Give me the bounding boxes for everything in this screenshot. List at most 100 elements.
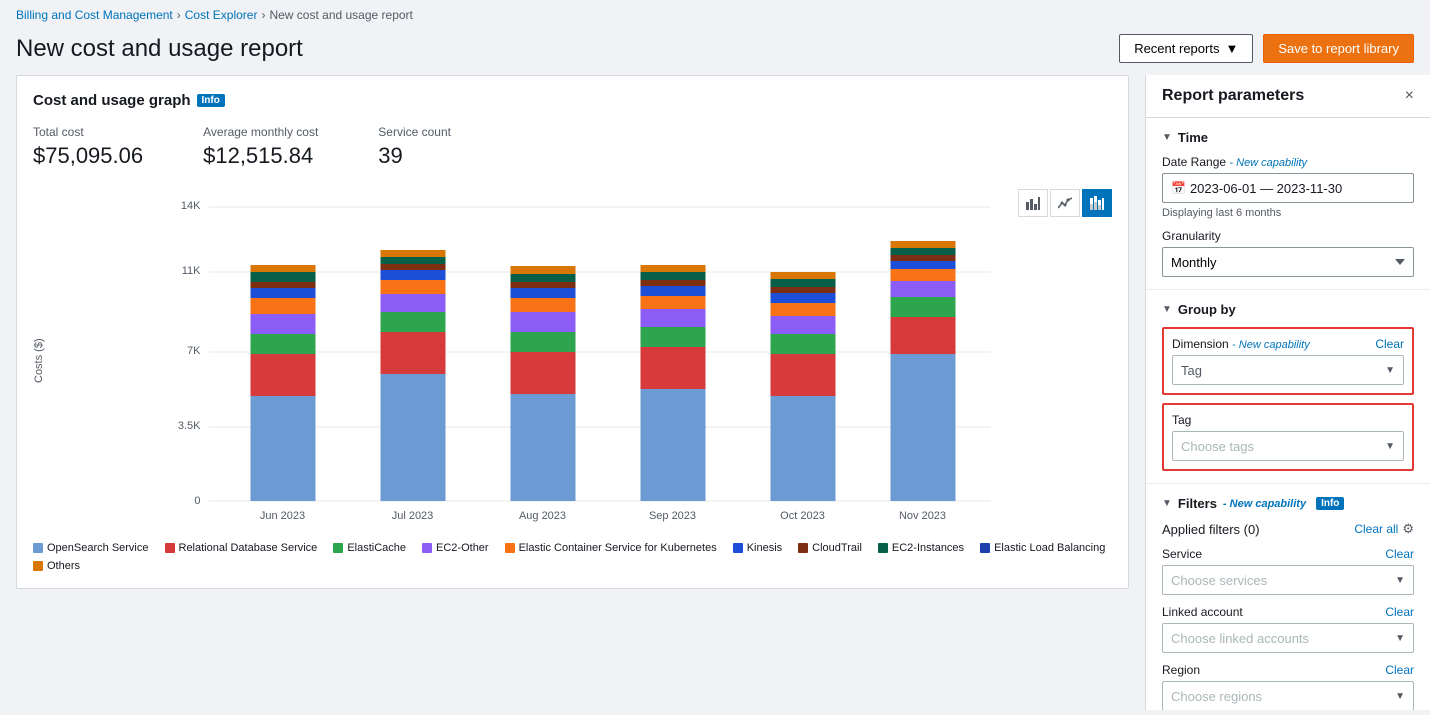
dimension-box: Dimension - New capability Clear Tag ▼ — [1162, 327, 1414, 395]
clear-all-link[interactable]: Clear all — [1354, 522, 1398, 536]
applied-filters-row: Applied filters (0) Clear all ⚙ — [1162, 521, 1414, 537]
legend-item-others: Others — [33, 560, 80, 572]
linked-account-form-label: Linked account Clear — [1162, 605, 1414, 619]
svg-text:14K: 14K — [181, 200, 201, 212]
breadcrumb-billing[interactable]: Billing and Cost Management — [16, 8, 173, 22]
legend-label-kinesis: Kinesis — [747, 542, 782, 554]
dimension-arrow-icon: ▼ — [1385, 365, 1395, 376]
info-badge[interactable]: Info — [197, 94, 225, 107]
breadcrumb-cost-explorer[interactable]: Cost Explorer — [185, 8, 258, 22]
tag-select[interactable]: Choose tags ▼ — [1172, 431, 1404, 461]
filters-section: ▼ Filters - New capability Info Applied … — [1146, 484, 1430, 710]
legend-dot-ecs — [505, 543, 515, 553]
tag-box: Tag Choose tags ▼ — [1162, 403, 1414, 471]
svg-text:Jul 2023: Jul 2023 — [392, 510, 434, 522]
legend-dot-ec2instances — [878, 543, 888, 553]
service-count-label: Service count — [378, 125, 451, 139]
header-actions: Recent reports ▼ Save to report library — [1119, 34, 1414, 63]
stats-row: Total cost $75,095.06 Average monthly co… — [33, 125, 1112, 169]
date-range-label: Date Range — [1162, 155, 1226, 169]
filters-section-label[interactable]: ▼ Filters - New capability Info — [1162, 496, 1344, 511]
service-count-value: 39 — [378, 143, 451, 169]
date-range-value: 2023-06-01 — 2023-11-30 — [1186, 181, 1405, 196]
graph-card-title: Cost and usage graph Info — [33, 92, 1112, 109]
date-range-input[interactable]: 📅 2023-06-01 — 2023-11-30 — [1162, 173, 1414, 203]
recent-reports-label: Recent reports — [1134, 41, 1219, 56]
filters-info-badge[interactable]: Info — [1316, 497, 1344, 510]
time-section-label: Time — [1178, 130, 1208, 145]
line-chart-button[interactable] — [1050, 189, 1080, 217]
tag-label: Tag — [1172, 413, 1191, 427]
dimension-clear-link[interactable]: Clear — [1375, 337, 1404, 351]
sidebar-close-button[interactable]: × — [1405, 87, 1414, 105]
service-count-stat: Service count 39 — [378, 125, 451, 169]
graph-title-text: Cost and usage graph — [33, 92, 191, 109]
legend-label-ec2instances: EC2-Instances — [892, 542, 964, 554]
save-to-library-button[interactable]: Save to report library — [1263, 34, 1414, 63]
dimension-new-cap: New capability — [1239, 339, 1310, 351]
filters-triangle-icon: ▼ — [1162, 498, 1172, 509]
tag-placeholder: Choose tags — [1181, 439, 1254, 454]
legend-label-elb: Elastic Load Balancing — [994, 542, 1105, 554]
clear-all-area: Clear all ⚙ — [1354, 521, 1414, 537]
filters-section-top: ▼ Filters - New capability Info — [1162, 496, 1414, 511]
breadcrumb: Billing and Cost Management › Cost Explo… — [0, 0, 1430, 30]
legend-label-opensearch: OpenSearch Service — [47, 542, 149, 554]
region-clear-link[interactable]: Clear — [1385, 663, 1414, 677]
dimension-select[interactable]: Tag ▼ — [1172, 355, 1404, 385]
group-by-triangle-icon: ▼ — [1162, 304, 1172, 315]
applied-filters-label: Applied filters (0) — [1162, 522, 1260, 537]
tag-arrow-icon: ▼ — [1385, 441, 1395, 452]
legend-dot-rds — [165, 543, 175, 553]
dimension-value: Tag — [1181, 363, 1202, 378]
service-select[interactable]: Choose services ▼ — [1162, 565, 1414, 595]
sidebar-header: Report parameters × — [1146, 75, 1430, 118]
group-by-section: ▼ Group by Dimension - New capability Cl… — [1146, 290, 1430, 484]
breadcrumb-current: New cost and usage report — [269, 8, 412, 22]
legend-label-cloudtrail: CloudTrail — [812, 542, 862, 554]
granularity-select[interactable]: Monthly Daily Hourly — [1162, 247, 1414, 277]
time-section-header[interactable]: ▼ Time — [1162, 130, 1414, 145]
group-by-label: Group by — [1178, 302, 1236, 317]
stacked-bar-button[interactable] — [1082, 189, 1112, 217]
linked-account-select[interactable]: Choose linked accounts ▼ — [1162, 623, 1414, 653]
linked-account-label: Linked account — [1162, 605, 1243, 619]
content-area: Cost and usage graph Info Total cost $75… — [0, 75, 1145, 710]
legend-dot-cloudtrail — [798, 543, 808, 553]
legend-item-kinesis: Kinesis — [733, 542, 782, 554]
sidebar-title: Report parameters — [1162, 87, 1304, 105]
svg-text:0: 0 — [194, 495, 200, 507]
svg-text:Oct 2023: Oct 2023 — [780, 510, 825, 522]
svg-text:Aug 2023: Aug 2023 — [519, 510, 566, 522]
dimension-form-label: Dimension - New capability Clear — [1172, 337, 1404, 351]
total-cost-value: $75,095.06 — [33, 143, 143, 169]
recent-reports-button[interactable]: Recent reports ▼ — [1119, 34, 1253, 63]
legend-dot-others — [33, 561, 43, 571]
svg-text:Sep 2023: Sep 2023 — [649, 510, 696, 522]
line-chart-icon — [1058, 196, 1072, 210]
settings-icon[interactable]: ⚙ — [1402, 521, 1414, 537]
total-cost-label: Total cost — [33, 125, 143, 139]
region-placeholder: Choose regions — [1171, 689, 1262, 704]
chart-legend: OpenSearch Service Relational Database S… — [33, 542, 1112, 572]
date-range-label-text: Date Range - New capability — [1162, 155, 1307, 169]
group-by-header[interactable]: ▼ Group by — [1162, 302, 1414, 317]
svg-text:3.5K: 3.5K — [178, 420, 201, 432]
service-clear-link[interactable]: Clear — [1385, 547, 1414, 561]
legend-item-elb: Elastic Load Balancing — [980, 542, 1105, 554]
bar-chart-button[interactable] — [1018, 189, 1048, 217]
region-label: Region — [1162, 663, 1200, 677]
legend-label-elasticache: ElastiCache — [347, 542, 406, 554]
service-label: Service — [1162, 547, 1202, 561]
dropdown-arrow-icon: ▼ — [1225, 41, 1238, 56]
linked-account-clear-link[interactable]: Clear — [1385, 605, 1414, 619]
time-section: ▼ Time Date Range - New capability 📅 202… — [1146, 118, 1430, 290]
chart-container: Costs ($) 14K 11K 7K 3.5K 0 — [33, 189, 1112, 572]
linked-account-placeholder: Choose linked accounts — [1171, 631, 1309, 646]
avg-monthly-value: $12,515.84 — [203, 143, 318, 169]
service-arrow-icon: ▼ — [1395, 575, 1405, 586]
legend-label-ecs: Elastic Container Service for Kubernetes — [519, 542, 717, 554]
legend-dot-elb — [980, 543, 990, 553]
region-select[interactable]: Choose regions ▼ — [1162, 681, 1414, 710]
svg-text:7K: 7K — [187, 345, 201, 357]
